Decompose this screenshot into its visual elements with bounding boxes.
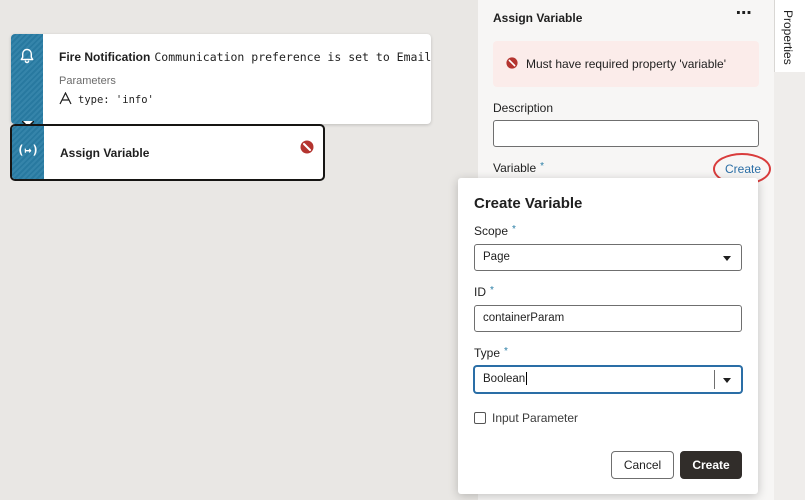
required-marker: * [504,346,508,357]
node-rail: (↦) [12,126,44,179]
scope-select[interactable]: Page [474,244,742,271]
chevron-down-icon[interactable] [723,378,731,383]
input-parameter-row[interactable]: Input Parameter [474,411,578,425]
type-label-row: Type * [474,346,508,360]
scope-value: Page [483,251,510,263]
required-marker: * [490,285,494,296]
error-message: Must have required property 'variable' [526,57,727,71]
fire-notification-node[interactable]: Fire Notification Communication preferenc… [11,34,431,124]
input-parameter-label: Input Parameter [492,411,579,425]
input-parameter-checkbox[interactable] [474,412,486,424]
error-icon [300,140,314,159]
parameter-value: type: 'info' [78,94,154,106]
dialog-title: Create Variable [474,195,583,212]
text-cursor [526,372,528,386]
tab-properties-label: Properties [781,10,795,65]
flow-canvas[interactable]: Fire Notification Communication preferenc… [0,0,478,500]
id-label-row: ID * [474,285,494,299]
scope-label: Scope [474,224,509,238]
error-icon [506,56,518,72]
parameter-row: type: 'info' [59,91,154,108]
id-label: ID [474,285,486,299]
bell-icon [20,48,34,124]
assign-variable-node[interactable]: (↦) Assign Variable [10,124,325,181]
variable-label: Variable [493,161,537,175]
text-type-icon [59,91,72,108]
scope-label-row: Scope * [474,224,516,238]
assign-variable-icon: (↦) [17,143,39,157]
type-value: Boolean [483,373,526,385]
description-input[interactable] [493,120,759,147]
id-input[interactable]: containerParam [474,305,742,332]
assign-node-title: Assign Variable [60,146,150,160]
required-marker: * [512,224,516,235]
type-combobox[interactable]: Boolean [474,366,742,393]
required-marker: * [540,161,545,172]
fire-node-title-line: Fire Notification Communication preferenc… [59,50,431,64]
description-label: Description [493,101,554,115]
create-variable-link[interactable]: Create [725,162,761,176]
tab-properties[interactable]: Properties [774,0,805,72]
variable-label-row: Variable * [493,161,544,175]
node-rail [11,34,43,124]
validation-error-banner: Must have required property 'variable' [493,41,759,87]
more-options-icon[interactable]: ⋯ [733,4,755,26]
chevron-down-icon [723,256,731,261]
type-label: Type [474,346,501,360]
create-button[interactable]: Create [680,451,742,479]
fire-node-summary: Communication preference is set to Email [154,50,431,64]
panel-title: Assign Variable [493,11,583,25]
parameters-label: Parameters [59,75,116,87]
fire-node-title: Fire Notification [59,50,151,64]
id-value: containerParam [483,312,565,324]
combobox-divider [714,370,715,389]
create-variable-dialog: Create Variable Scope * Page ID * containe… [458,178,758,494]
cancel-button[interactable]: Cancel [611,451,674,479]
side-tab-strip [774,0,805,500]
